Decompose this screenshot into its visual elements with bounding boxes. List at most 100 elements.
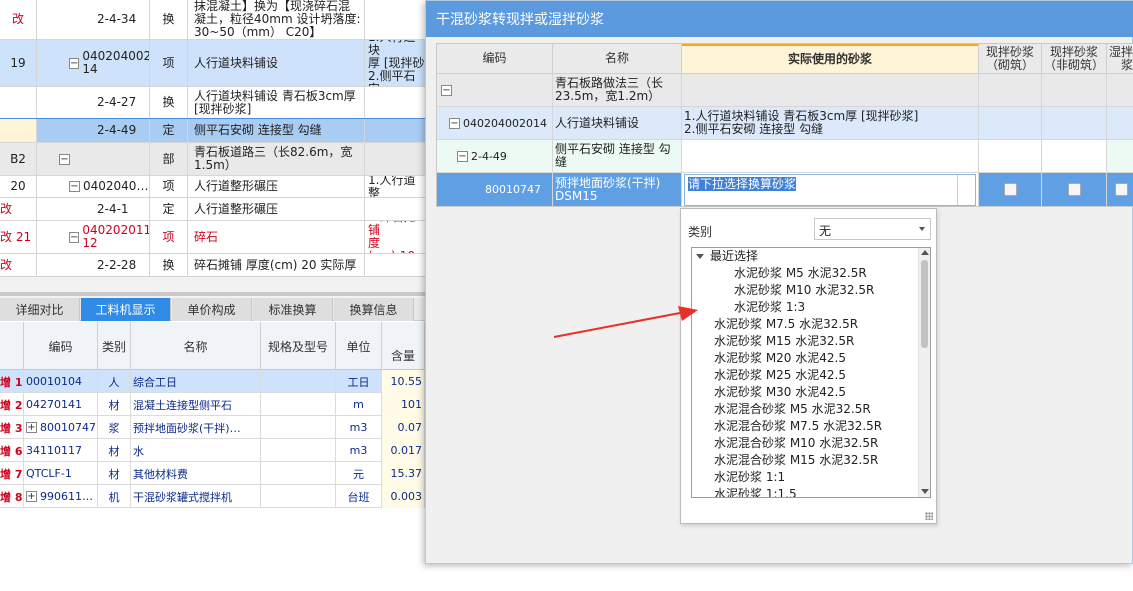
tree-row-selected[interactable]: 2-4-49 定 侧平石安砌 连接型 勾缝 bbox=[0, 118, 425, 144]
cell-cat: 材 bbox=[98, 462, 131, 485]
resize-grip-icon[interactable] bbox=[925, 512, 933, 520]
header-code[interactable]: 编码 bbox=[437, 44, 553, 74]
scroll-up-icon[interactable] bbox=[921, 250, 929, 255]
group-recent[interactable]: 最近选择 bbox=[696, 248, 758, 265]
conversion-grid: 编码 名称 实际使用的砂浆 现拌砂浆 （砌筑） 现拌砂浆 （非砌筑） 湿拌砂 浆… bbox=[436, 43, 1133, 207]
tree-row[interactable]: 改 2-2-28 换 碎石摊铺 厚度(cm) 20 实际厚 bbox=[0, 254, 425, 276]
mortar-option[interactable]: 水泥砂浆 M15 水泥32.5R bbox=[714, 333, 854, 350]
category-select[interactable]: 无 bbox=[814, 218, 931, 240]
scrollbar-thumb[interactable] bbox=[921, 260, 928, 348]
tree-row[interactable]: B2 − 部 青石板道路三（长82.6m，宽 1.5m） bbox=[0, 143, 425, 176]
tree-row[interactable]: 20 −0402040… 项 人行道整形碾压 1.人行道整 bbox=[0, 176, 425, 198]
material-row[interactable]: 增 6 34110117 材水 m3 0.017 bbox=[0, 439, 425, 462]
expand-icon[interactable]: + bbox=[26, 422, 37, 433]
row-name: 人行道块料铺设 青石板3cm厚 [现拌砂浆] bbox=[188, 87, 365, 118]
mortar-option[interactable]: 水泥砂浆 1:1 bbox=[714, 469, 785, 486]
cell-idx: 增 7 bbox=[0, 462, 24, 485]
header-qty[interactable]: 含量 bbox=[382, 322, 425, 370]
tree-row[interactable]: 改 2-4-34 换 抹混凝土】换为【现浇碎石混 凝土，粒径40mm 设计坍落度… bbox=[0, 0, 425, 40]
mortar-select[interactable]: 请下拉选择换算砂浆 bbox=[684, 173, 976, 206]
dropdown-button[interactable] bbox=[957, 174, 975, 205]
material-row[interactable]: 增 3 +80010747 浆预拌地面砂浆(干拌)… m3 0.07 bbox=[0, 416, 425, 439]
collapse-icon[interactable]: − bbox=[69, 57, 80, 69]
collapse-icon[interactable]: − bbox=[69, 181, 80, 192]
header-site-mix-nonmasonry[interactable]: 现拌砂浆 （非砌筑） bbox=[1042, 44, 1107, 74]
row-type: 换 bbox=[150, 254, 188, 276]
scroll-down-icon[interactable] bbox=[921, 489, 929, 494]
material-row[interactable]: 增 7 QTCLF-1 材其他材料费 元 15.37 bbox=[0, 462, 425, 485]
conversion-row[interactable]: −2-4-49 侧平石安砌 连接型 勾 缝 bbox=[437, 140, 1133, 173]
collapse-icon[interactable]: − bbox=[59, 153, 70, 165]
mortar-option[interactable]: 水泥混合砂浆 M10 水泥32.5R bbox=[714, 435, 878, 452]
cell-cat: 材 bbox=[98, 393, 131, 416]
material-row[interactable]: 增 8 +990611… 机干混砂浆罐式搅拌机 台班 0.003 bbox=[0, 485, 425, 508]
wet-mix-checkbox[interactable] bbox=[1114, 183, 1128, 196]
material-row[interactable]: 增 2 04270141 材混凝土连接型侧平石 m 101 bbox=[0, 393, 425, 416]
mortar-option-recent[interactable]: 水泥砂浆 M10 水泥32.5R bbox=[734, 282, 874, 299]
mortar-option[interactable]: 水泥混合砂浆 M5 水泥32.5R bbox=[714, 401, 871, 418]
header-wet-mix[interactable]: 湿拌砂 浆 bbox=[1107, 44, 1133, 74]
cell-text: m3 bbox=[349, 421, 368, 434]
mortar-option-recent[interactable]: 水泥砂浆 1:3 bbox=[734, 299, 805, 316]
header-actual-mortar[interactable]: 实际使用的砂浆 bbox=[682, 44, 979, 74]
cell bbox=[1042, 74, 1107, 106]
header-spec[interactable]: 规格及型号 bbox=[261, 322, 336, 370]
row-code: 2-4-49 bbox=[37, 119, 150, 142]
header-index bbox=[0, 322, 24, 370]
row-type: 项 bbox=[150, 40, 188, 86]
cell-spec bbox=[261, 393, 336, 416]
row-mortar bbox=[682, 140, 979, 172]
header-unit[interactable]: 单位 bbox=[336, 322, 382, 370]
row-type: 换 bbox=[150, 0, 188, 39]
tab-labor-material[interactable]: 工料机显示 bbox=[81, 298, 171, 321]
conversion-row-selected[interactable]: 80010747 预拌地面砂浆(干拌) DSM15 请下拉选择换算砂浆 bbox=[437, 173, 1133, 206]
horizontal-scrollbar[interactable] bbox=[0, 292, 425, 296]
collapse-icon[interactable]: − bbox=[441, 84, 452, 96]
category-label: 类别 bbox=[688, 225, 713, 239]
header-category[interactable]: 类别 bbox=[98, 322, 131, 370]
row-index: B2 bbox=[0, 143, 37, 175]
cell-text: 混凝土连接型侧平石 bbox=[133, 398, 232, 412]
tab-conversion-info[interactable]: 换算信息 bbox=[334, 298, 414, 321]
cell-text: 增 3 bbox=[0, 421, 23, 435]
mortar-option[interactable]: 水泥砂浆 M30 水泥42.5 bbox=[714, 384, 846, 401]
tree-row[interactable]: 19 −0402040020 14 项 人行道块料铺设 1.人行道块 厚 [现拌… bbox=[0, 40, 425, 87]
header-code[interactable]: 编码 bbox=[24, 322, 98, 370]
header-name[interactable]: 名称 bbox=[553, 44, 682, 74]
row-name: 侧平石安砌 连接型 勾 缝 bbox=[553, 140, 682, 172]
collapse-icon[interactable]: − bbox=[69, 231, 80, 243]
mortar-option[interactable]: 水泥砂浆 M25 水泥42.5 bbox=[714, 367, 846, 384]
tab-detail-compare[interactable]: 详细对比 bbox=[0, 298, 80, 321]
conversion-row[interactable]: −040204002014 人行道块料铺设 1.人行道块料铺设 青石板3cm厚 … bbox=[437, 107, 1133, 140]
mortar-option[interactable]: 水泥砂浆 M7.5 水泥32.5R bbox=[714, 316, 858, 333]
cell-unit: m3 bbox=[336, 439, 382, 462]
mortar-option-recent[interactable]: 水泥砂浆 M5 水泥32.5R bbox=[734, 265, 867, 282]
mortar-option[interactable]: 水泥砂浆 1:1.5 bbox=[714, 486, 797, 497]
material-grid: 增 1 00010104 人综合工日 工日 10.55 增 2 04270141 材混凝土连接… bbox=[0, 370, 425, 510]
collapse-icon[interactable]: − bbox=[457, 150, 468, 162]
mortar-option[interactable]: 水泥混合砂浆 M7.5 水泥32.5R bbox=[714, 418, 882, 435]
header-name[interactable]: 名称 bbox=[131, 322, 261, 370]
mortar-option[interactable]: 水泥砂浆 M20 水泥42.5 bbox=[714, 350, 846, 367]
row-index: 改 bbox=[0, 254, 37, 276]
site-mix-masonry-checkbox[interactable] bbox=[1003, 183, 1017, 196]
row-desc bbox=[365, 198, 425, 220]
material-row[interactable]: 增 1 00010104 人综合工日 工日 10.55 bbox=[0, 370, 425, 393]
tab-unit-price[interactable]: 单价构成 bbox=[172, 298, 252, 321]
cell-text: 增 2 bbox=[0, 398, 23, 412]
site-mix-nonmasonry-checkbox[interactable] bbox=[1067, 183, 1081, 196]
cell-spec bbox=[261, 485, 336, 508]
tab-standard-conversion[interactable]: 标准换算 bbox=[253, 298, 333, 321]
collapse-icon[interactable]: − bbox=[449, 117, 460, 129]
tree-row[interactable]: 改 2-4-1 定 人行道整形碾压 bbox=[0, 198, 425, 221]
row-code: 040204002014 bbox=[463, 116, 547, 130]
tree-row[interactable]: 2-4-27 换 人行道块料铺设 青石板3cm厚 [现拌砂浆] bbox=[0, 87, 425, 119]
vertical-scrollbar[interactable] bbox=[918, 248, 930, 497]
row-index: 20 bbox=[0, 176, 37, 197]
tree-row[interactable]: 改 21 −0402020110 12 项 碎石 1.碎石摊铺 度(cm):10 bbox=[0, 221, 425, 254]
conversion-row[interactable]: − 青石板路做法三（长 23.5m，宽1.2m） bbox=[437, 74, 1133, 107]
mortar-option[interactable]: 水泥混合砂浆 M15 水泥32.5R bbox=[714, 452, 878, 469]
cell-text: 人 bbox=[108, 375, 120, 389]
header-site-mix-masonry[interactable]: 现拌砂浆 （砌筑） bbox=[979, 44, 1042, 74]
expand-icon[interactable]: + bbox=[26, 491, 37, 502]
